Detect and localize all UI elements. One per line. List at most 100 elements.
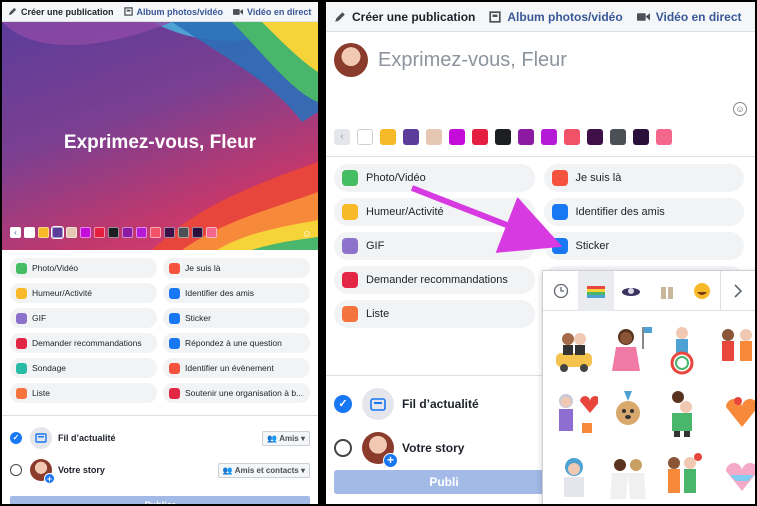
option-icon — [169, 337, 180, 349]
post-option[interactable]: Répondez à une question — [163, 333, 310, 353]
tab-album-label: Album photos/vidéo — [507, 9, 623, 24]
post-option[interactable]: Humeur/Activité — [334, 198, 535, 226]
post-option[interactable]: Photo/Vidéo — [334, 164, 535, 192]
palette-back-button[interactable]: ‹ — [334, 129, 350, 145]
post-option[interactable]: Sticker — [543, 232, 744, 260]
sticker-selfie-girl[interactable] — [547, 445, 601, 504]
sticker-party-dog[interactable] — [601, 381, 655, 445]
checked-icon[interactable]: ✓ — [334, 395, 352, 413]
palette-swatch[interactable] — [136, 227, 147, 238]
story-audience-label: Amis et contacts — [234, 465, 299, 475]
palette-swatch[interactable] — [150, 227, 161, 238]
background-palette-zoomed: ‹ — [334, 129, 672, 145]
option-label: Je suis là — [185, 263, 221, 273]
palette-swatch[interactable] — [51, 226, 64, 239]
palette-swatch[interactable] — [357, 129, 373, 145]
sticker-piggyback[interactable] — [655, 381, 709, 445]
sticker-couple[interactable] — [709, 317, 755, 381]
palette-back-button[interactable]: ‹ — [10, 227, 21, 238]
tab-create-post[interactable]: Créer une publication — [334, 10, 475, 24]
palette-swatch[interactable] — [633, 129, 649, 145]
cats-sticker-tab[interactable] — [649, 271, 684, 311]
composer-placeholder[interactable]: Exprimez-vous, Fleur — [378, 49, 567, 72]
share-story-row[interactable]: + Votre story 👥 Amis et contacts ▾ — [10, 454, 310, 486]
tab-live-video[interactable]: Vidéo en direct — [233, 7, 311, 17]
palette-swatch[interactable] — [206, 227, 217, 238]
chevron-right-icon[interactable] — [719, 270, 755, 311]
sticker-grandma-heart[interactable] — [547, 381, 601, 445]
sticker-grandparents[interactable] — [655, 445, 709, 504]
post-option[interactable]: Je suis là — [543, 164, 744, 192]
post-option[interactable]: Liste — [10, 383, 157, 403]
sticker-trans-heart[interactable] — [709, 445, 755, 504]
post-option[interactable]: GIF — [334, 232, 535, 260]
palette-swatch[interactable] — [38, 227, 49, 238]
palette-swatch[interactable] — [108, 227, 119, 238]
palette-swatch[interactable] — [178, 227, 189, 238]
palette-swatch[interactable] — [66, 227, 77, 238]
post-option[interactable]: Identifier des amis — [543, 198, 744, 226]
emoji-sticker-tab[interactable] — [684, 271, 719, 311]
palette-swatch[interactable] — [610, 129, 626, 145]
palette-swatch[interactable] — [164, 227, 175, 238]
background-canvas[interactable]: Exprimez-vous, Fleur ‹ ☺ — [2, 22, 318, 250]
tab-live-video[interactable]: Vidéo en direct — [636, 9, 742, 24]
emoji-icon[interactable]: ☺ — [302, 229, 312, 240]
pride-sticker-tab[interactable] — [578, 270, 614, 311]
sticker-grid — [543, 311, 755, 504]
sticker-couple-car[interactable] — [547, 317, 601, 381]
tab-create-post[interactable]: Créer une publication — [8, 7, 114, 17]
post-option[interactable]: Demander recommandations — [334, 266, 535, 294]
share-feed-row[interactable]: ✓ Fil d’actualité 👥 Amis ▾ — [10, 422, 310, 454]
post-option[interactable]: Liste — [334, 300, 535, 328]
composer-input-row[interactable]: Exprimez-vous, Fleur — [326, 32, 755, 88]
post-option[interactable]: Identifier des amis — [163, 283, 310, 303]
palette-swatch[interactable] — [472, 129, 488, 145]
checked-icon[interactable]: ✓ — [10, 432, 22, 444]
palette-swatch[interactable] — [403, 129, 419, 145]
post-option[interactable]: Sondage — [10, 358, 157, 378]
post-option[interactable]: Je suis là — [163, 258, 310, 278]
unchecked-icon[interactable] — [334, 439, 352, 457]
palette-swatch[interactable] — [426, 129, 442, 145]
sticker-girl-flag[interactable] — [601, 317, 655, 381]
palette-swatch[interactable] — [541, 129, 557, 145]
audience-dropdown[interactable]: 👥 Amis ▾ — [262, 430, 310, 446]
post-option[interactable]: Humeur/Activité — [10, 283, 157, 303]
palette-swatch[interactable] — [495, 129, 511, 145]
story-audience-dropdown[interactable]: 👥 Amis et contacts ▾ — [217, 462, 310, 478]
option-icon — [16, 362, 27, 374]
post-option[interactable]: Soutenir une organisation à b... — [163, 383, 310, 403]
publish-button[interactable]: Publier — [10, 496, 310, 504]
palette-swatch[interactable] — [449, 129, 465, 145]
create-post-dialog-zoomed: Créer une publication Album photos/vidéo… — [326, 2, 755, 504]
add-icon: + — [44, 473, 55, 484]
sticker-wheelchair[interactable] — [655, 317, 709, 381]
tab-live-label: Vidéo en direct — [655, 9, 742, 24]
emoji-icon[interactable]: ☺ — [733, 102, 747, 116]
palette-swatch[interactable] — [192, 227, 203, 238]
post-option[interactable]: GIF — [10, 308, 157, 328]
tab-album[interactable]: Album photos/vidéo — [123, 7, 223, 17]
canvas-post-text[interactable]: Exprimez-vous, Fleur — [2, 132, 318, 154]
clock-icon[interactable] — [543, 271, 578, 311]
post-option[interactable]: Photo/Vidéo — [10, 258, 157, 278]
post-option[interactable]: Identifier un évènement — [163, 358, 310, 378]
post-option[interactable]: Demander recommandations — [10, 333, 157, 353]
palette-swatch[interactable] — [587, 129, 603, 145]
palette-swatch[interactable] — [518, 129, 534, 145]
bat-sticker-tab[interactable] — [614, 271, 649, 311]
palette-swatch[interactable] — [94, 227, 105, 238]
palette-swatch[interactable] — [122, 227, 133, 238]
unchecked-icon[interactable] — [10, 464, 22, 476]
publish-button[interactable]: Publi — [334, 470, 554, 494]
post-option[interactable]: Sticker — [163, 308, 310, 328]
sticker-rainbow-heart[interactable] — [709, 381, 755, 445]
palette-swatch[interactable] — [656, 129, 672, 145]
palette-swatch[interactable] — [80, 227, 91, 238]
palette-swatch[interactable] — [564, 129, 580, 145]
tab-album[interactable]: Album photos/vidéo — [489, 9, 623, 24]
sticker-brides[interactable] — [601, 445, 655, 504]
palette-swatch[interactable] — [380, 129, 396, 145]
palette-swatch[interactable] — [24, 227, 35, 238]
